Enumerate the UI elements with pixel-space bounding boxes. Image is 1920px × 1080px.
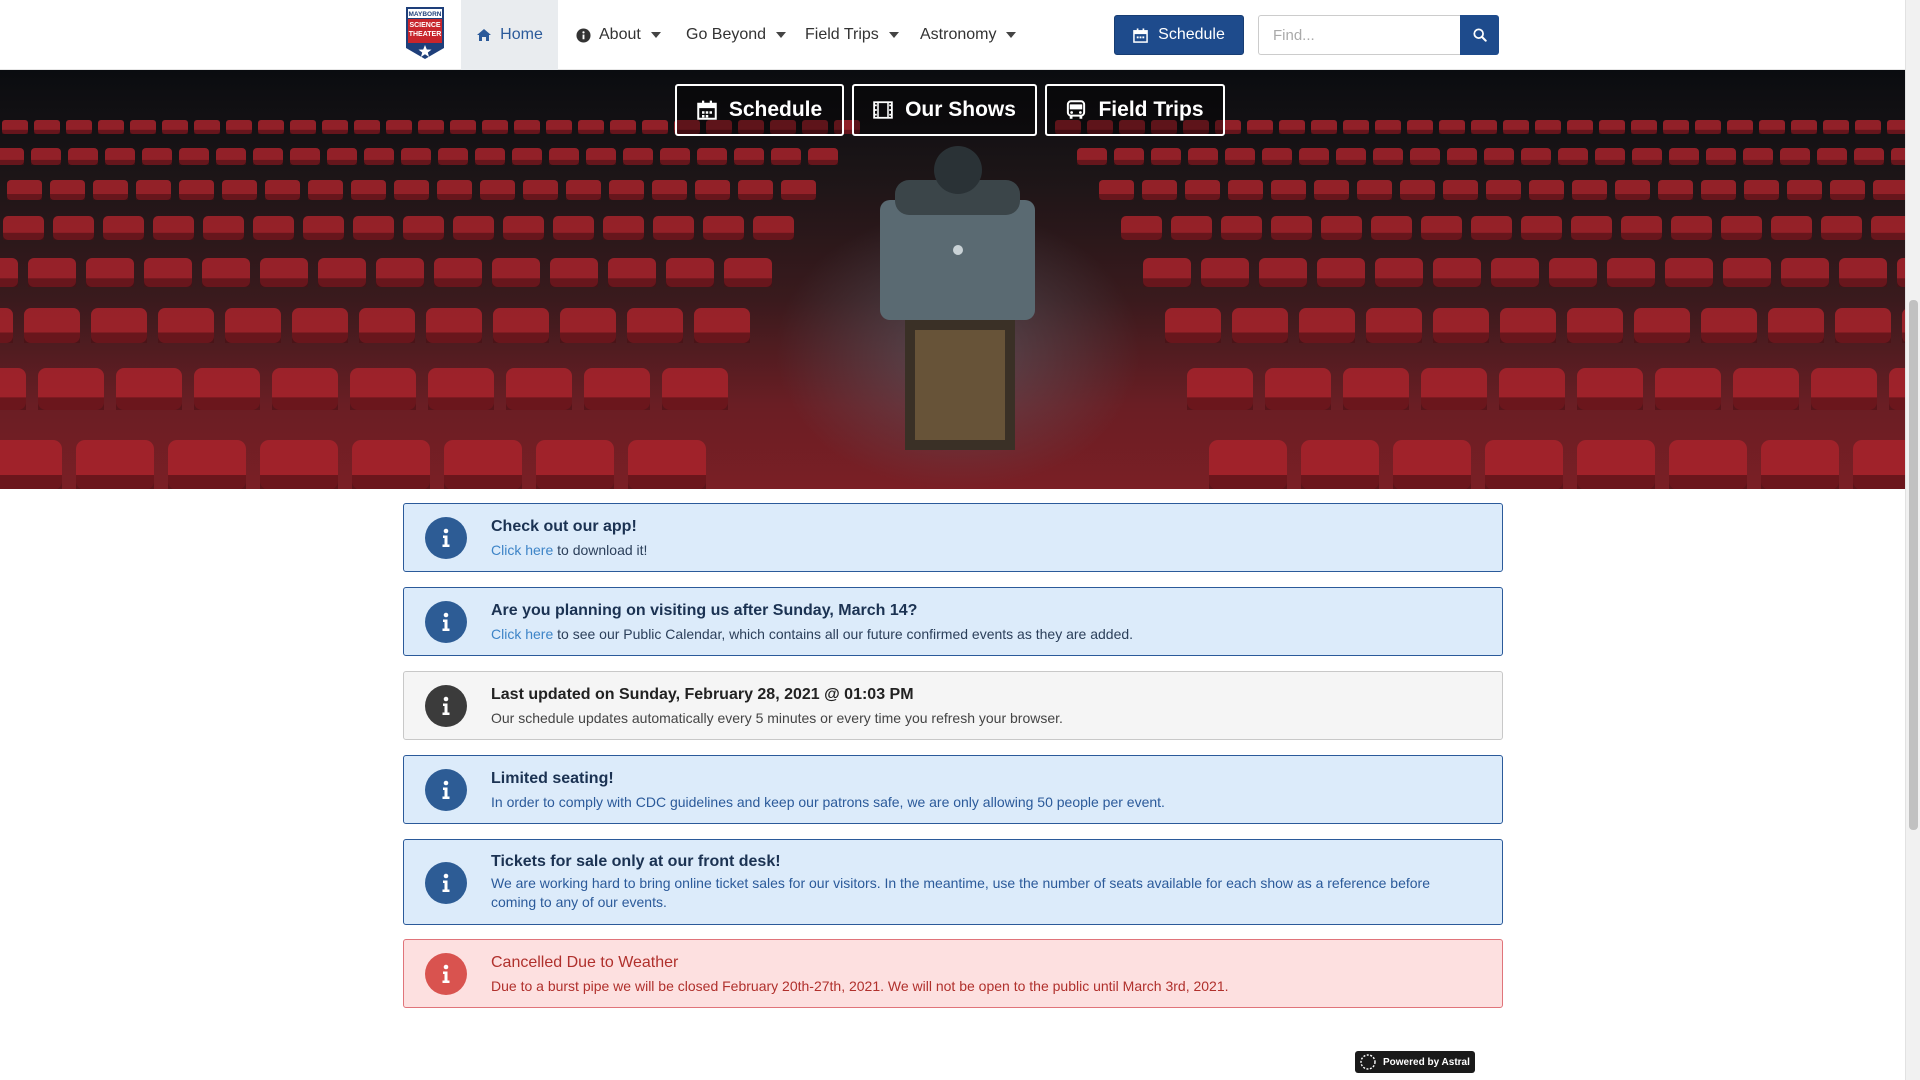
- nav-field-trips-label: Field Trips: [805, 26, 879, 43]
- film-icon: [873, 101, 893, 119]
- alert-title: Tickets for sale only at our front desk!: [491, 853, 781, 870]
- search-icon: [1472, 28, 1487, 42]
- nav-go-beyond[interactable]: Go Beyond: [686, 0, 787, 70]
- logo-line-3: THEATER: [409, 31, 442, 38]
- info-circle-icon: [576, 27, 591, 43]
- alert-title: Limited seating!: [491, 770, 614, 787]
- schedule-button[interactable]: Schedule: [1114, 15, 1244, 55]
- info-icon: [425, 769, 467, 811]
- alert-cancelled-weather: Cancelled Due to Weather Due to a burst …: [403, 939, 1503, 1008]
- alert-body: Our schedule updates automatically every…: [491, 710, 1063, 726]
- alert-title: Check out our app!: [491, 518, 637, 535]
- alert-tickets: Tickets for sale only at our front desk!…: [403, 839, 1503, 925]
- calendar-icon: [1133, 27, 1148, 43]
- info-icon: [425, 953, 467, 995]
- alert-body: Click here to download it!: [491, 541, 1472, 560]
- download-app-link[interactable]: Click here: [491, 542, 553, 558]
- info-icon: [425, 601, 467, 643]
- alert-body: Due to a burst pipe we will be closed Fe…: [491, 978, 1229, 994]
- nav-home[interactable]: Home: [461, 0, 558, 70]
- nav-go-beyond-label: Go Beyond: [686, 26, 767, 43]
- logo-line-1: MAYBORN: [409, 11, 442, 18]
- calendar-icon: [697, 100, 717, 120]
- search-input[interactable]: [1258, 15, 1461, 55]
- bus-icon: [1067, 100, 1086, 119]
- info-icon: [425, 517, 467, 559]
- chevron-down-icon: [1006, 32, 1017, 38]
- public-calendar-link[interactable]: Click here: [491, 626, 553, 642]
- alert-title: Cancelled Due to Weather: [491, 954, 679, 971]
- info-icon: [425, 685, 467, 727]
- hero-field-trips-button[interactable]: Field Trips: [1045, 84, 1225, 136]
- nav-about-label: About: [599, 26, 641, 43]
- alert-title: Last updated on Sunday, February 28, 202…: [491, 686, 914, 703]
- powered-by-label: Powered by Astral: [1383, 1056, 1470, 1068]
- powered-by-astral-badge[interactable]: Powered by Astral: [1355, 1051, 1475, 1073]
- astral-logo-icon: [1360, 1054, 1376, 1070]
- search-button[interactable]: [1460, 15, 1499, 55]
- hero-banner: Schedule Our Shows Field Trips: [0, 70, 1905, 489]
- theater-seats-image: [0, 120, 1905, 489]
- hero-schedule-label: Schedule: [728, 98, 823, 121]
- scrollbar-thumb[interactable]: [1909, 300, 1918, 830]
- hero-schedule-button[interactable]: Schedule: [675, 84, 844, 136]
- alert-text: to see our Public Calendar, which contai…: [553, 626, 1134, 642]
- alert-title: Are you planning on visiting us after Su…: [491, 602, 918, 619]
- alert-app: Check out our app! Click here to downloa…: [403, 503, 1503, 572]
- alert-limited-seating: Limited seating! In order to comply with…: [403, 755, 1503, 824]
- chevron-down-icon: [776, 32, 787, 38]
- info-icon: [425, 862, 467, 904]
- nav-astronomy[interactable]: Astronomy: [920, 0, 1017, 70]
- alert-body: We are working hard to bring online tick…: [491, 875, 1431, 910]
- alert-body: Click here to see our Public Calendar, w…: [491, 625, 1472, 644]
- alert-public-calendar: Are you planning on visiting us after Su…: [403, 587, 1503, 656]
- alert-text: to download it!: [553, 542, 648, 558]
- mayborn-logo[interactable]: MAYBORN SCIENCE THEATER: [405, 6, 445, 60]
- nav-astronomy-label: Astronomy: [920, 26, 997, 43]
- hero-button-bar: Schedule Our Shows Field Trips: [0, 84, 1905, 136]
- hero-our-shows-button[interactable]: Our Shows: [852, 84, 1037, 136]
- home-icon: [477, 29, 492, 41]
- nav-field-trips[interactable]: Field Trips: [805, 0, 899, 70]
- hero-field-trips-label: Field Trips: [1098, 98, 1204, 121]
- top-navbar: MAYBORN SCIENCE THEATER Home About Go Be…: [0, 0, 1905, 70]
- alert-body: In order to comply with CDC guidelines a…: [491, 794, 1165, 810]
- page-scrollbar[interactable]: [1905, 0, 1920, 1080]
- hero-our-shows-label: Our Shows: [905, 98, 1016, 121]
- nav-home-label: Home: [500, 26, 543, 43]
- alert-last-updated: Last updated on Sunday, February 28, 202…: [403, 671, 1503, 740]
- chevron-down-icon: [650, 32, 661, 38]
- chevron-down-icon: [888, 32, 899, 38]
- schedule-button-label: Schedule: [1158, 26, 1225, 43]
- nav-about[interactable]: About: [576, 0, 661, 70]
- logo-line-2: SCIENCE: [409, 22, 440, 29]
